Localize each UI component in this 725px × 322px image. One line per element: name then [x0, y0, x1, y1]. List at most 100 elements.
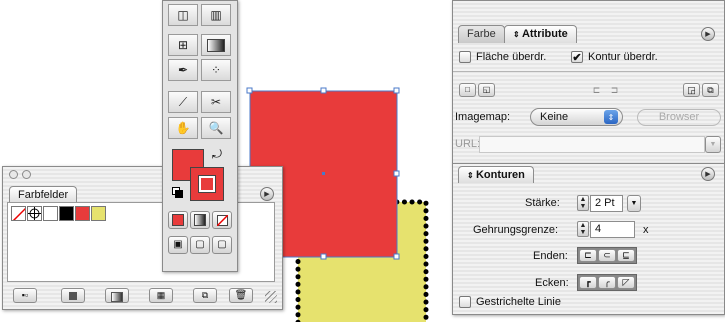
new-swatch-icon[interactable]: ⧉ — [193, 288, 217, 303]
fullscreen-mode-button[interactable]: ▢ — [212, 236, 232, 254]
swatch-kind-icon[interactable]: ▪▫ — [13, 288, 37, 303]
stroke-weight-field[interactable]: 2 Pt — [590, 195, 623, 212]
mesh-icon: ⊞ — [177, 38, 189, 52]
round-join-button[interactable]: ╭ — [598, 276, 616, 289]
url-field[interactable] — [479, 136, 705, 153]
swatch-none[interactable] — [11, 206, 26, 221]
overprint-stroke-box[interactable]: ✔ — [571, 51, 583, 64]
color-mode-button[interactable] — [168, 211, 188, 229]
dashed-line-label: Gestrichelte Linie — [476, 296, 561, 308]
none-swatch-icon — [12, 207, 25, 220]
swatches-footer: ▪▫ ▦ ⧉ 🗑 — [3, 285, 282, 307]
screen-mode-buttons: ▣ ▢ ▢ — [168, 236, 232, 254]
swatches-panel: Farbfelder ▶ ▪▫ ▦ ⧉ 🗑 — [2, 166, 283, 310]
overprint-stroke-checkbox[interactable]: ✔ Kontur überdr. — [571, 51, 658, 64]
trash-icon[interactable]: 🗑 — [229, 288, 253, 303]
gradient-mode-button[interactable] — [190, 211, 210, 229]
overprint-fill-box[interactable] — [459, 51, 471, 63]
miter-limit-unit: x — [643, 224, 649, 236]
swatch-white[interactable] — [43, 206, 58, 221]
butt-cap-button[interactable]: ⊏ — [579, 249, 597, 262]
stroke-panel-menu-button[interactable]: ▶ — [701, 167, 715, 181]
miter-limit-value: 4 — [595, 223, 602, 235]
registration-icon — [28, 207, 41, 220]
gradient-icon — [207, 38, 225, 52]
show-center-button[interactable]: ◱ — [478, 83, 495, 97]
swatch-registration[interactable] — [27, 206, 42, 221]
tab-konturen[interactable]: ⇕ Konturen — [458, 166, 534, 183]
swatches-panel-menu-button[interactable]: ▶ — [260, 187, 274, 201]
live-paint-tool[interactable]: ⁘ — [201, 59, 231, 81]
default-colors-icon[interactable] — [172, 187, 183, 198]
dont-show-center-button[interactable]: □ — [459, 83, 476, 97]
browser-button-label: Browser — [658, 111, 700, 123]
scissors-tool[interactable]: ✂ — [201, 91, 231, 113]
chevron-updown-icon: ⇕ — [604, 110, 618, 124]
zoom-icon: 🔍 — [208, 121, 224, 135]
show-gradient-swatches-icon[interactable] — [105, 288, 129, 303]
nonzero-winding-button[interactable]: ⊏ — [588, 83, 605, 97]
fullscreen-menu-mode-button[interactable]: ▢ — [190, 236, 210, 254]
konturen-tab-label: Konturen — [475, 169, 525, 181]
scissors-icon: ✂ — [210, 95, 222, 109]
swap-fill-stroke-icon[interactable]: ⤾ — [212, 147, 222, 162]
stroke-color-box[interactable] — [190, 167, 224, 201]
bevel-join-button[interactable]: ◸ — [617, 276, 635, 289]
stroke-weight-stepper[interactable]: ▲ ▼ — [577, 195, 589, 211]
standard-screen-mode-button[interactable]: ▣ — [168, 236, 188, 254]
projecting-cap-button[interactable]: ⊑ — [617, 249, 635, 262]
tab-farbe[interactable]: Farbe — [458, 25, 505, 43]
artboard-tool[interactable]: ◫ — [168, 4, 198, 26]
overprint-fill-checkbox[interactable]: Fläche überdr. — [459, 51, 546, 63]
url-label: URL: — [455, 138, 481, 150]
swatch-yellow[interactable] — [91, 206, 106, 221]
miter-limit-stepper[interactable]: ▲ ▼ — [577, 221, 589, 237]
knife-tool[interactable]: ⟋ — [168, 91, 198, 113]
overprint-fill-label: Fläche überdr. — [476, 51, 547, 63]
tab-arrows-icon: ⇕ — [513, 30, 522, 39]
imagemap-value: Keine — [540, 111, 569, 123]
browser-button[interactable]: Browser — [637, 109, 721, 126]
farbe-tab-label: Farbe — [467, 28, 496, 40]
dashed-line-checkbox[interactable]: Gestrichelte Linie — [459, 296, 561, 308]
fill-rule-buttons: ⊏ ⊐ — [588, 83, 626, 97]
show-color-swatches-icon[interactable] — [61, 288, 85, 303]
even-odd-button[interactable]: ⊐ — [606, 83, 623, 97]
graph-tool[interactable]: ▥ — [201, 4, 231, 26]
overprint-stroke-label: Kontur überdr. — [588, 51, 658, 63]
tab-attribute[interactable]: ⇕ Attribute — [504, 25, 577, 43]
round-cap-button[interactable]: ⊂ — [598, 249, 616, 262]
swatch-red[interactable] — [75, 206, 90, 221]
imagemap-select[interactable]: Keine ⇕ — [530, 108, 623, 126]
hand-tool[interactable]: ✋ — [168, 117, 198, 139]
duplicate-path-button[interactable]: ⧉ — [702, 83, 719, 97]
gradient-tool[interactable] — [201, 34, 231, 56]
zoom-tool[interactable]: 🔍 — [201, 117, 231, 139]
attribute-panel-menu-button[interactable]: ▶ — [701, 27, 715, 41]
close-window-button[interactable] — [9, 170, 18, 179]
divider — [453, 71, 724, 72]
eyedropper-tool[interactable]: ✒ — [168, 59, 198, 81]
miter-join-button[interactable]: ┏ — [579, 276, 597, 289]
hand-icon: ✋ — [175, 121, 191, 135]
attribute-titlebar[interactable] — [453, 1, 724, 9]
joins-buttons: ┏ ╭ ◸ — [577, 274, 637, 291]
swatch-black[interactable] — [59, 206, 74, 221]
reverse-path-button[interactable]: ◲ — [683, 83, 700, 97]
eyedropper-icon: ✒ — [177, 63, 189, 77]
tab-farbfelder[interactable]: Farbfelder — [9, 186, 78, 203]
stroke-weight-label: Stärke: — [525, 197, 560, 209]
stroke-weight-value: 2 Pt — [595, 197, 615, 209]
stroke-weight-dropdown[interactable]: ▼ — [627, 195, 641, 212]
url-dropdown-button[interactable]: ▼ — [705, 136, 721, 153]
swatches-titlebar[interactable] — [3, 167, 282, 181]
show-pattern-swatches-icon[interactable]: ▦ — [149, 288, 173, 303]
attribute-tab-label: Attribute — [521, 28, 568, 40]
mesh-tool[interactable]: ⊞ — [168, 34, 198, 56]
resize-grip-icon[interactable] — [265, 291, 277, 303]
dashed-line-box[interactable] — [459, 296, 471, 308]
none-mode-button[interactable] — [212, 211, 232, 229]
knife-icon: ⟋ — [178, 94, 188, 109]
miter-limit-field[interactable]: 4 — [590, 221, 635, 238]
zoom-window-button[interactable] — [22, 170, 31, 179]
